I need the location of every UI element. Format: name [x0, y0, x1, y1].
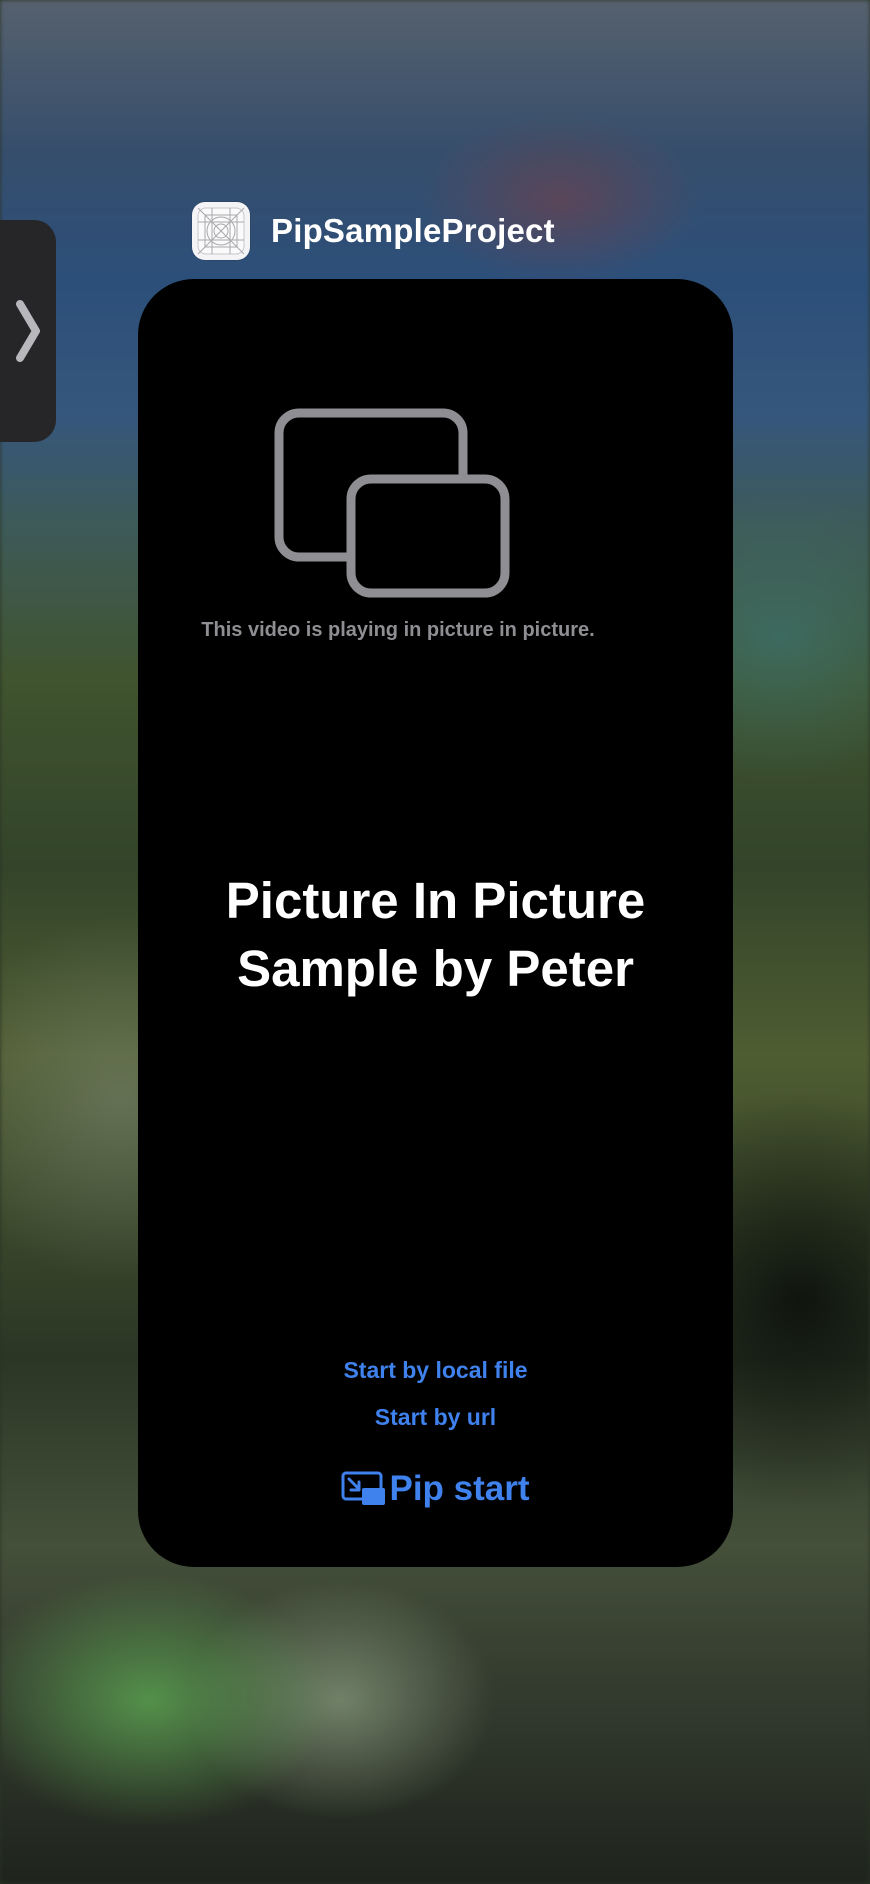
app-name: PipSampleProject [271, 212, 555, 249]
side-handle[interactable] [0, 220, 56, 442]
app-blueprint-icon [192, 202, 250, 260]
pip-start-label: Pip start [389, 1469, 530, 1508]
pip-caption: This video is playing in picture in pict… [201, 619, 595, 641]
start-by-url-button[interactable]: Start by url [138, 1404, 733, 1431]
title-line-1: Picture In Picture [225, 872, 646, 929]
title-line-2: Sample by Peter [237, 940, 634, 997]
picture-in-picture-icon [274, 408, 510, 598]
chevron-right-icon [16, 300, 40, 362]
page-title: Picture In Picture Sample by Peter [138, 867, 733, 1003]
pip-start-button[interactable]: Pip start [138, 1469, 733, 1509]
app-switcher-header[interactable]: PipSampleProject [192, 202, 555, 260]
start-by-local-file-button[interactable]: Start by local file [138, 1357, 733, 1384]
app-preview-card[interactable]: This video is playing in picture in pict… [138, 279, 733, 1567]
pip-enter-icon [341, 1471, 386, 1505]
